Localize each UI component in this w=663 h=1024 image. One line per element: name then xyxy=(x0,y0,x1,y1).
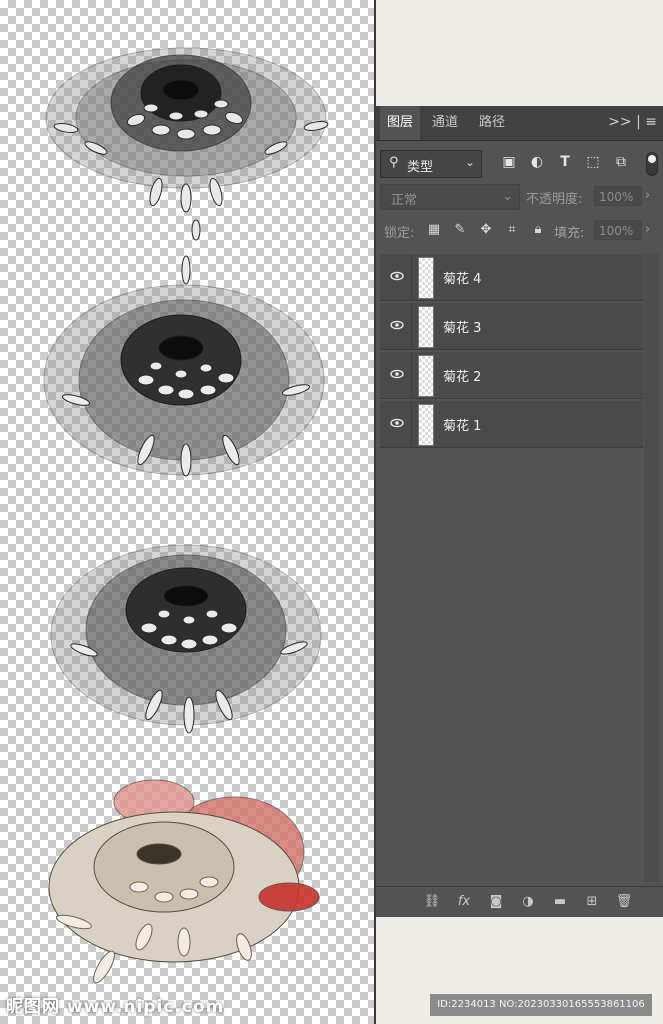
layer-name: 菊花 4 xyxy=(443,272,482,287)
panel-menu-icon[interactable]: >> | ≡ xyxy=(608,114,657,130)
lock-transparent-icon[interactable]: ▦ xyxy=(426,222,442,237)
watermark-logo: 昵图网 www.nipic.com xyxy=(6,997,225,1017)
layer-thumbnail xyxy=(418,404,434,446)
type-filter-icon[interactable]: T xyxy=(556,153,574,171)
eye-icon[interactable] xyxy=(389,268,405,284)
new-layer-icon[interactable]: ⊞ xyxy=(583,894,601,909)
lock-artboard-icon[interactable]: ⌗ xyxy=(504,222,520,237)
layers-scrollbar[interactable] xyxy=(644,254,659,882)
lock-all-icon[interactable]: 🔒︎ xyxy=(530,222,546,237)
tab-channels[interactable]: 通道 xyxy=(424,106,466,140)
layer-thumbnail xyxy=(418,257,434,299)
divider xyxy=(411,303,412,349)
layer-actions-bar: ⛓︎ fx ◙ ◑ ▬ ⊞ 🗑︎ xyxy=(376,886,663,917)
opacity-input[interactable]: 100% xyxy=(594,186,642,206)
layer-row[interactable]: 菊花 4 xyxy=(380,254,643,301)
fill-label: 填充: xyxy=(554,226,585,241)
chrysanthemum-image-2 xyxy=(43,255,325,477)
tab-paths[interactable]: 路径 xyxy=(472,106,512,140)
layer-row[interactable]: 菊花 2 xyxy=(380,352,643,399)
chrysanthemum-image-3 xyxy=(50,544,322,734)
lock-paint-icon[interactable]: ✎ xyxy=(452,222,468,237)
search-icon: ⚲ xyxy=(389,155,399,170)
eye-icon[interactable] xyxy=(389,415,405,431)
layer-row[interactable]: 菊花 1 xyxy=(380,401,643,448)
smart-object-filter-icon[interactable]: ⧉ xyxy=(612,153,630,171)
layer-name: 菊花 2 xyxy=(443,370,482,385)
layer-filter-dropdown[interactable]: ⚲ 类型 ⌄ xyxy=(380,150,482,178)
layer-name: 菊花 1 xyxy=(443,419,482,434)
layer-name: 菊花 3 xyxy=(443,321,482,336)
adjustment-filter-icon[interactable]: ◐ xyxy=(528,153,546,171)
adjustment-layer-icon[interactable]: ◑ xyxy=(519,894,537,909)
eye-icon[interactable] xyxy=(389,317,405,333)
shape-filter-icon[interactable]: ⬚ xyxy=(584,153,602,171)
fill-input[interactable]: 100% xyxy=(594,220,642,240)
chevron-down-icon: ⌄ xyxy=(502,189,513,204)
tab-layers[interactable]: 图层 xyxy=(380,106,420,140)
chevron-down-icon: ⌄ xyxy=(464,155,475,169)
link-icon[interactable]: ⛓︎ xyxy=(423,894,441,909)
watermark-id-bar: ID:2234013 NO:20230330165553861106 xyxy=(430,994,652,1016)
trash-icon[interactable]: 🗑︎ xyxy=(615,894,633,909)
chevron-right-icon[interactable]: › xyxy=(645,222,650,237)
document-canvas[interactable]: 昵图网 www.nipic.com xyxy=(0,0,374,1024)
chrysanthemum-image-1 xyxy=(45,47,329,241)
layers-panel: 图层 通道 路径 >> | ≡ ⚲ 类型 ⌄ ▣ ◐ T ⬚ ⧉ 正常 ⌄ 不透… xyxy=(376,106,663,917)
blend-mode-dropdown[interactable]: 正常 ⌄ xyxy=(380,184,520,210)
filter-toggle[interactable] xyxy=(646,152,658,176)
folder-icon[interactable]: ▬ xyxy=(551,894,569,909)
layer-list: 菊花 4 菊花 3 菊花 2 菊花 1 xyxy=(380,254,643,450)
fx-icon[interactable]: fx xyxy=(455,894,473,909)
blend-mode-value: 正常 xyxy=(391,193,418,208)
opacity-label: 不透明度: xyxy=(526,192,583,207)
collapse-label[interactable]: >> xyxy=(608,114,631,130)
image-filter-icon[interactable]: ▣ xyxy=(500,153,518,171)
filter-type-label: 类型 xyxy=(407,160,434,175)
chevron-right-icon[interactable]: › xyxy=(645,188,650,203)
divider xyxy=(411,352,412,398)
lock-move-icon[interactable]: ✥ xyxy=(478,222,494,237)
divider xyxy=(411,254,412,300)
layer-thumbnail xyxy=(418,306,434,348)
chrysanthemum-image-4 xyxy=(48,779,320,984)
eye-icon[interactable] xyxy=(389,366,405,382)
divider xyxy=(411,401,412,447)
panel-tab-bar: 图层 通道 路径 >> | ≡ xyxy=(376,106,663,141)
lock-label: 锁定: xyxy=(384,226,415,241)
layer-thumbnail xyxy=(418,355,434,397)
mask-icon[interactable]: ◙ xyxy=(487,894,505,909)
layer-row[interactable]: 菊花 3 xyxy=(380,303,643,350)
